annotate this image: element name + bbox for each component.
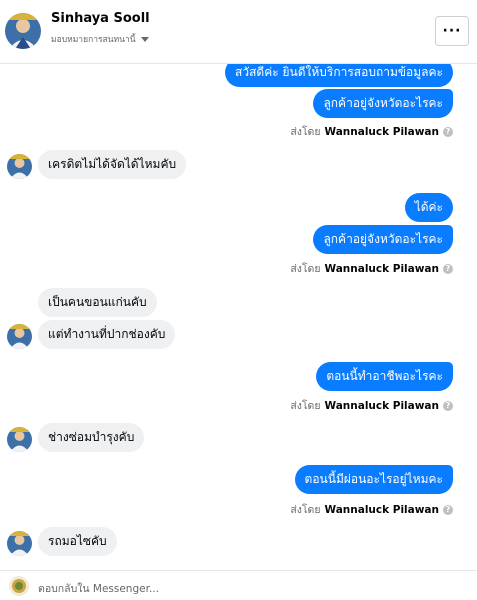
sent-by-label: ส่งโดย [290, 504, 321, 516]
conversation-header: Sinhaya Sooll มอบหมายการสนทนานี้ ··· [0, 0, 477, 64]
assign-conversation-dropdown[interactable]: มอบหมายการสนทนานี้ [51, 32, 149, 46]
incoming-message: รถมอไซคับ [38, 527, 117, 556]
outgoing-message: ได้ค่ะ [404, 193, 453, 222]
sender-name: Wannaluck Pilawan [324, 262, 439, 275]
sent-by-label: ส่งโดย [290, 400, 321, 412]
outgoing-message: ตอนนี้มีผ่อนอะไรอยู่ไหมคะ [294, 465, 453, 494]
sent-by-line: ส่งโดย Wannaluck Pilawan ? [290, 397, 453, 414]
contact-avatar-small [7, 324, 32, 349]
help-icon[interactable]: ? [443, 126, 453, 137]
outgoing-message: ลูกค้าอยู่จังหวัดอะไรคะ [313, 89, 453, 118]
reply-input[interactable]: ตอบกลับใน Messenger... [38, 580, 159, 597]
reply-composer[interactable]: ตอบกลับใน Messenger... [0, 570, 477, 600]
outgoing-message: สวัสดีค่ะ ยินดีให้บริการสอบถามข้อมูลคะ [225, 64, 453, 87]
message-thread[interactable]: สวัสดีค่ะ ยินดีให้บริการสอบถามข้อมูลคะ ล… [0, 64, 477, 570]
help-icon[interactable]: ? [443, 400, 453, 411]
contact-avatar-small [7, 531, 32, 556]
sender-name: Wannaluck Pilawan [324, 399, 439, 412]
contact-avatar-small [7, 427, 32, 452]
sender-name: Wannaluck Pilawan [324, 503, 439, 516]
outgoing-message: ลูกค้าอยู่จังหวัดอะไรคะ [313, 225, 453, 254]
contact-avatar-small [7, 154, 32, 179]
incoming-message: แต่ทำงานที่ปากช่องคับ [38, 320, 176, 349]
sent-by-line: ส่งโดย Wannaluck Pilawan ? [290, 123, 453, 140]
sent-by-line: ส่งโดย Wannaluck Pilawan ? [290, 501, 453, 518]
page-avatar [9, 576, 29, 596]
incoming-message: ช่างซ่อมบำรุงคับ [38, 423, 145, 452]
more-options-button[interactable]: ··· [435, 16, 469, 46]
help-icon[interactable]: ? [443, 504, 453, 515]
contact-name[interactable]: Sinhaya Sooll [51, 11, 150, 26]
incoming-message: เป็นคนขอนแก่นคับ [38, 288, 157, 317]
help-icon[interactable]: ? [443, 263, 453, 274]
sent-by-line: ส่งโดย Wannaluck Pilawan ? [290, 260, 453, 277]
contact-avatar[interactable] [5, 13, 41, 49]
sent-by-label: ส่งโดย [290, 126, 321, 138]
sender-name: Wannaluck Pilawan [324, 125, 439, 138]
sent-by-label: ส่งโดย [290, 263, 321, 275]
assign-label: มอบหมายการสนทนานี้ [51, 35, 136, 45]
caret-down-icon [140, 36, 149, 42]
incoming-message: เครดิตไม่ได้จัดได้ไหมคับ [38, 150, 187, 179]
outgoing-message: ตอนนี้ทำอาชีพอะไรคะ [316, 362, 453, 391]
